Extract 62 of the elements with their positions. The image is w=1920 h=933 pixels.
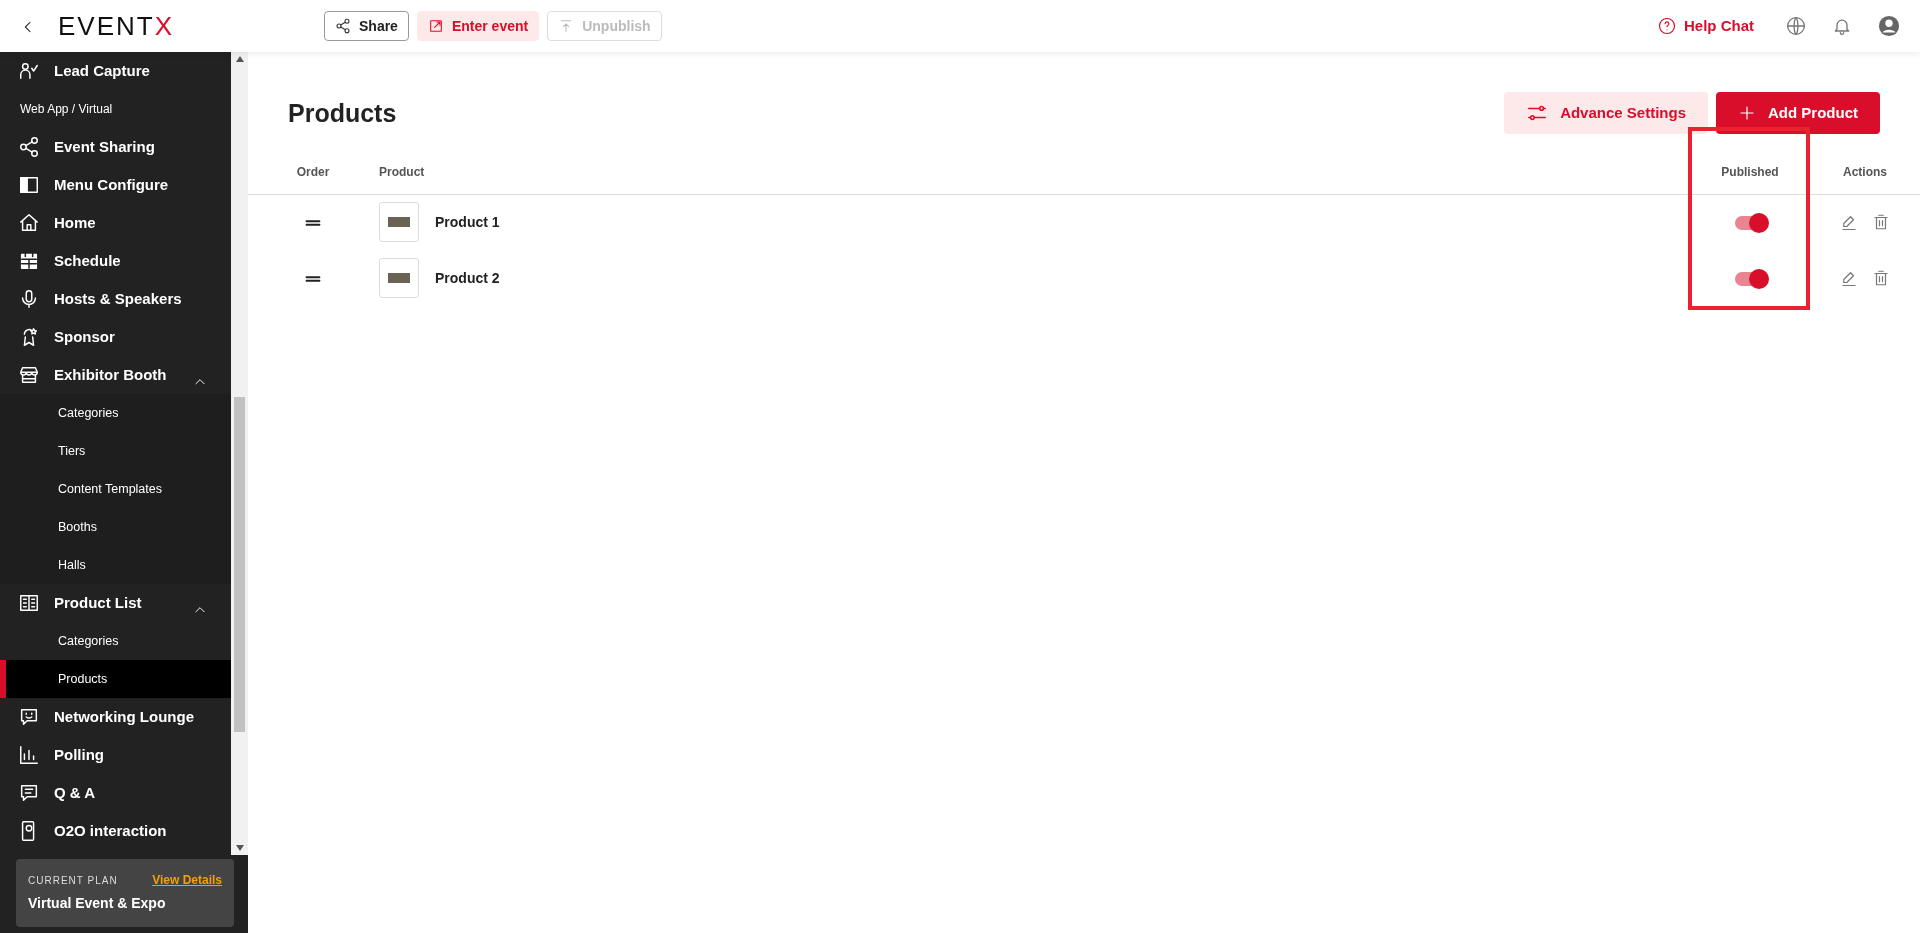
column-header: Actions xyxy=(1843,164,1887,179)
section-label: Web App / Virtual xyxy=(19,101,114,118)
sidebar-item[interactable]: Home xyxy=(0,204,231,242)
photo-placeholder xyxy=(388,273,410,283)
product-name: Product 1 xyxy=(435,212,500,232)
sidebar-item[interactable]: Sponsor xyxy=(0,318,231,356)
globe-icon[interactable] xyxy=(1786,16,1806,36)
trash-icon[interactable] xyxy=(1872,213,1890,232)
list-icon xyxy=(18,592,40,614)
plan-label: CURRENT PLAN xyxy=(28,873,118,888)
advance-settings-button[interactable]: Advance Settings xyxy=(1504,92,1708,134)
sidebar-item[interactable]: Polling xyxy=(0,736,231,774)
store-icon xyxy=(18,364,40,386)
sidebar-subitem[interactable]: Halls xyxy=(0,546,231,584)
home-icon xyxy=(18,212,40,234)
column-header: Published xyxy=(1721,164,1779,179)
page-title: Products xyxy=(288,98,397,128)
people-icon xyxy=(18,60,40,82)
plus-icon xyxy=(1738,104,1756,122)
edit-icon[interactable] xyxy=(1840,213,1858,232)
sidebar-item[interactable]: Product List xyxy=(0,584,231,622)
sidebar-subitem[interactable]: Products xyxy=(0,660,231,698)
column-header: Product xyxy=(379,164,425,179)
product-name: Product 2 xyxy=(435,268,500,288)
sidebar-item[interactable]: O2O interaction xyxy=(0,812,231,850)
panel-icon xyxy=(18,174,40,196)
logo: EVENTX xyxy=(58,9,176,43)
sidebar-item[interactable]: Networking Lounge xyxy=(0,698,231,736)
sidebar-item[interactable]: Schedule xyxy=(0,242,231,280)
scroll-down-icon[interactable] xyxy=(235,845,244,851)
scroll-up-icon[interactable] xyxy=(235,56,244,62)
trash-icon[interactable] xyxy=(1872,269,1890,287)
chat-icon xyxy=(18,782,40,804)
add-product-button[interactable]: Add Product xyxy=(1716,92,1880,134)
user-avatar-icon[interactable] xyxy=(1878,15,1900,37)
photo-placeholder xyxy=(388,217,410,228)
sidebar-subitem[interactable]: Categories xyxy=(0,394,231,432)
share-icon xyxy=(335,18,351,34)
help-chat-link[interactable]: Help Chat xyxy=(1652,13,1760,39)
share-icon xyxy=(18,136,40,158)
column-header: Order xyxy=(296,164,330,179)
chat-smile-icon xyxy=(18,706,40,728)
toolbar-button[interactable]: Share xyxy=(324,11,409,41)
sidebar-item[interactable]: Event Sharing xyxy=(0,128,231,166)
scrollbar-thumb[interactable] xyxy=(234,397,245,732)
plan-name: Virtual Event & Expo xyxy=(28,894,167,913)
bar-chart-icon xyxy=(18,744,40,766)
sidebar-subitem[interactable]: Content Templates xyxy=(0,470,231,508)
sidebar-subitem[interactable]: Booths xyxy=(0,508,231,546)
sidebar-item[interactable]: Q & A xyxy=(0,774,231,812)
sidebar-subitem[interactable]: Tiers xyxy=(0,432,231,470)
toolbar-button[interactable]: Enter event xyxy=(416,11,540,41)
help-icon xyxy=(1658,17,1676,35)
external-link-icon xyxy=(427,18,444,34)
sidebar-item[interactable]: Menu Configure xyxy=(0,166,231,204)
edit-icon[interactable] xyxy=(1840,269,1858,287)
sidebar-item[interactable]: Exhibitor Booth xyxy=(0,356,231,394)
calendar-icon xyxy=(18,250,40,272)
view-details-link[interactable]: View Details xyxy=(152,871,222,889)
sidebar-subitem[interactable]: Categories xyxy=(0,622,231,660)
sidebar-item[interactable]: Lead Capture xyxy=(0,52,231,90)
sidebar-item[interactable]: Hosts & Speakers xyxy=(0,280,231,318)
